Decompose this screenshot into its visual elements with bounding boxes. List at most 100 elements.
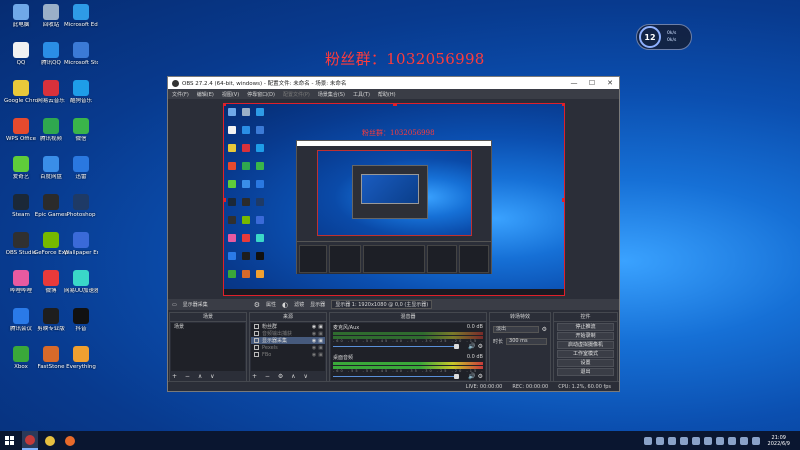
close-button[interactable]: ✕ bbox=[601, 79, 619, 87]
sources-footer-controls[interactable]: + − ⚙ ∧ ∨ bbox=[252, 373, 311, 380]
tray-icon[interactable] bbox=[679, 436, 688, 445]
control-button[interactable]: 设置 bbox=[557, 359, 614, 367]
desktop-icon[interactable]: 腾讯视频 bbox=[34, 118, 68, 152]
desktop-icon[interactable]: 网易云音乐 bbox=[34, 80, 68, 114]
desktop-icon[interactable]: GeForce Experience bbox=[34, 232, 68, 266]
source-item[interactable]: 音频输出捕获 ◉ ▣ bbox=[251, 330, 325, 337]
volume-slider[interactable]: 🔊 ⚙ bbox=[333, 373, 483, 380]
desktop-icon[interactable]: 腾讯会议 bbox=[4, 308, 38, 342]
desktop-icon[interactable]: 哔哩哔哩 bbox=[4, 270, 38, 304]
taskbar-app-obs[interactable] bbox=[22, 431, 38, 450]
filter-icon[interactable]: ◐ bbox=[282, 301, 288, 309]
visibility-eye-icon[interactable]: ◉ bbox=[312, 345, 316, 351]
tray-icon[interactable] bbox=[643, 436, 652, 445]
transition-gear-icon[interactable]: ⚙ bbox=[542, 326, 547, 333]
lock-icon[interactable]: ▣ bbox=[318, 345, 323, 351]
source-item[interactable]: 显示器采集 ◉ ▣ bbox=[251, 337, 325, 344]
lock-icon[interactable]: ▣ bbox=[318, 331, 323, 337]
lock-icon[interactable]: ▣ bbox=[318, 352, 323, 358]
start-button[interactable] bbox=[0, 431, 18, 450]
desktop-icon[interactable]: Google Chrome bbox=[4, 80, 38, 114]
desktop-icon[interactable]: Microsoft Edge bbox=[64, 4, 98, 38]
source-item[interactable]: Pexels ◉ ▣ bbox=[251, 344, 325, 351]
lock-icon[interactable]: ▣ bbox=[318, 338, 323, 344]
clock[interactable]: 21:09 2022/6/9 bbox=[768, 435, 790, 447]
resize-handle[interactable] bbox=[393, 104, 397, 106]
scenes-footer-controls[interactable]: + − ∧ ∨ bbox=[172, 373, 218, 380]
desktop-icon[interactable]: Microsoft Store bbox=[64, 42, 98, 76]
desktop-icon[interactable]: OBS Studio bbox=[4, 232, 38, 266]
desktop-icon[interactable]: 抖音 bbox=[64, 308, 98, 342]
resize-handle[interactable] bbox=[224, 198, 226, 202]
lock-icon[interactable]: ▣ bbox=[318, 324, 323, 330]
tray-icon[interactable] bbox=[727, 436, 736, 445]
desktop-icon[interactable]: WPS Office bbox=[4, 118, 38, 152]
tray-icon[interactable] bbox=[691, 436, 700, 445]
resize-handle[interactable] bbox=[562, 198, 564, 202]
resize-handle[interactable] bbox=[224, 104, 226, 106]
desktop-icon[interactable]: FastStone bbox=[34, 346, 68, 380]
preview-canvas[interactable]: 粉丝群：1032056998 bbox=[223, 103, 565, 296]
tray-icon[interactable] bbox=[667, 436, 676, 445]
tray-icon[interactable] bbox=[703, 436, 712, 445]
menu-item[interactable]: 帮助(H) bbox=[378, 91, 396, 98]
menu-item[interactable]: 工具(T) bbox=[353, 91, 370, 98]
desktop-icon[interactable]: 微信 bbox=[64, 118, 98, 152]
filters-button[interactable]: 滤镜 bbox=[294, 301, 304, 308]
display-select[interactable]: 显示器 1: 1920x1080 @ 0,0 (主显示器) bbox=[331, 300, 433, 309]
visibility-eye-icon[interactable]: ◉ bbox=[312, 331, 316, 337]
desktop-icon[interactable]: 此电脑 bbox=[4, 4, 38, 38]
visibility-eye-icon[interactable]: ◉ bbox=[312, 338, 316, 344]
desktop-icon[interactable]: Epic Games bbox=[34, 194, 68, 228]
tray-icon[interactable] bbox=[655, 436, 664, 445]
desktop-icon[interactable]: 腾讯QQ bbox=[34, 42, 68, 76]
maximize-button[interactable]: ☐ bbox=[583, 79, 601, 87]
tray-icon[interactable] bbox=[739, 436, 748, 445]
control-button[interactable]: 停止推流 bbox=[557, 323, 614, 331]
menu-item[interactable]: 配置文件(P) bbox=[283, 91, 310, 98]
taskbar-app-file-explorer[interactable] bbox=[42, 431, 58, 450]
control-button[interactable]: 启动虚拟摄像机 bbox=[557, 341, 614, 349]
menu-item[interactable]: 视图(V) bbox=[222, 91, 239, 98]
desktop-icon[interactable]: QQ bbox=[4, 42, 38, 76]
volume-slider[interactable]: 🔊 ⚙ bbox=[333, 343, 483, 350]
menu-item[interactable]: 场景集合(S) bbox=[318, 91, 345, 98]
minimize-button[interactable]: — bbox=[565, 79, 583, 87]
desktop-icon[interactable]: 微博 bbox=[34, 270, 68, 304]
menu-item[interactable]: 停靠窗口(D) bbox=[247, 91, 275, 98]
desktop-icon[interactable]: 剪映专业版 bbox=[34, 308, 68, 342]
duration-input[interactable]: 300 ms bbox=[506, 338, 547, 345]
gear-icon[interactable]: ⚙ bbox=[254, 301, 260, 309]
properties-button[interactable]: 属性 bbox=[266, 301, 276, 308]
desktop-icon[interactable]: 网易UU加速器 bbox=[64, 270, 98, 304]
source-item[interactable]: 粉丝群 ◉ ▣ bbox=[251, 323, 325, 330]
menu-item[interactable]: 文件(F) bbox=[172, 91, 189, 98]
visibility-eye-icon[interactable]: ◉ bbox=[312, 324, 316, 330]
menu-item[interactable]: 编辑(E) bbox=[197, 91, 214, 98]
tray-icon[interactable] bbox=[715, 436, 724, 445]
taskbar-app-chrome[interactable] bbox=[62, 431, 78, 450]
desktop-icon[interactable]: Xbox bbox=[4, 346, 38, 380]
tray-icon[interactable] bbox=[751, 436, 760, 445]
transition-select[interactable]: 淡出 bbox=[493, 326, 539, 333]
desktop-icon[interactable]: 百度网盘 bbox=[34, 156, 68, 190]
slider-knob[interactable] bbox=[454, 374, 459, 379]
control-button[interactable]: 退出 bbox=[557, 368, 614, 376]
desktop-icon[interactable]: Wallpaper Engine bbox=[64, 232, 98, 266]
slider-knob[interactable] bbox=[454, 344, 459, 349]
obs-titlebar[interactable]: OBS 27.2.4 (64-bit, windows) - 配置文件: 未命名… bbox=[168, 77, 619, 89]
desktop-icon[interactable]: 迅雷 bbox=[64, 156, 98, 190]
control-button[interactable]: 工作室模式 bbox=[557, 350, 614, 358]
mute-and-settings[interactable]: 🔊 ⚙ bbox=[468, 373, 483, 380]
network-widget[interactable]: 12 0k/s 0k/s bbox=[636, 24, 692, 50]
source-item[interactable]: FBo ◉ ▣ bbox=[251, 351, 325, 358]
visibility-eye-icon[interactable]: ◉ bbox=[312, 352, 316, 358]
mute-and-settings[interactable]: 🔊 ⚙ bbox=[468, 343, 483, 350]
desktop-icon[interactable]: Photoshop bbox=[64, 194, 98, 228]
desktop-icon[interactable]: Steam bbox=[4, 194, 38, 228]
control-button[interactable]: 开始录制 bbox=[557, 332, 614, 340]
desktop-icon[interactable]: 回收站 bbox=[34, 4, 68, 38]
scene-item[interactable]: 场景 bbox=[171, 323, 245, 330]
desktop-icon[interactable]: 爱奇艺 bbox=[4, 156, 38, 190]
desktop-icon[interactable]: Everything bbox=[64, 346, 98, 380]
